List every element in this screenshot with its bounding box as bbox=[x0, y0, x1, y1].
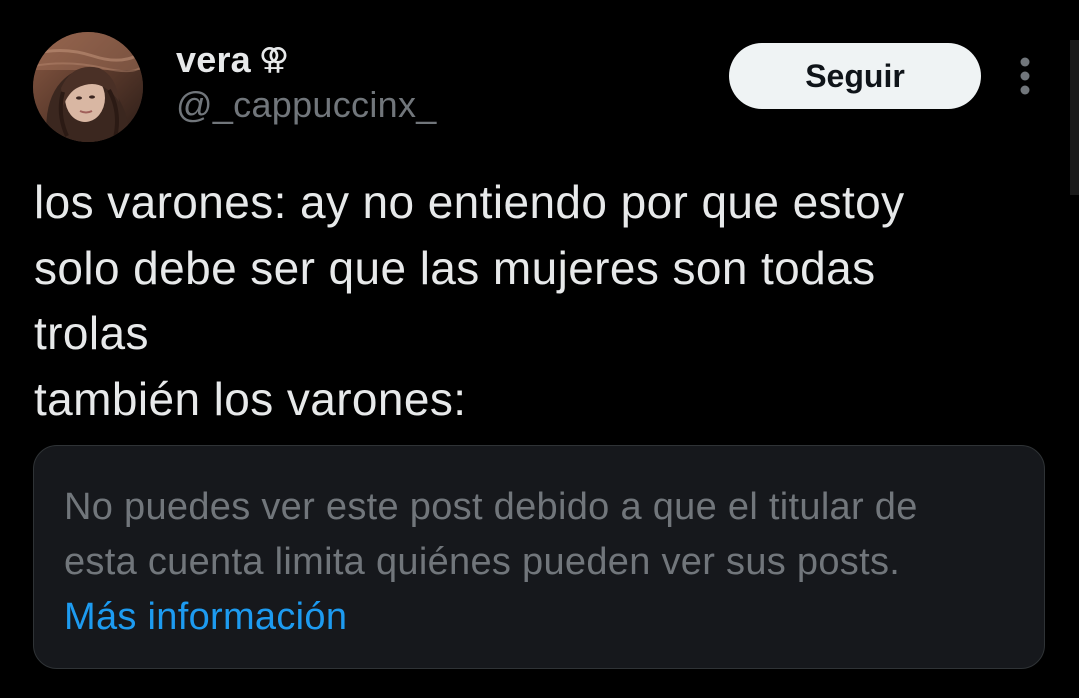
vertical-ellipsis-icon bbox=[1020, 57, 1030, 95]
follow-button[interactable]: Seguir bbox=[729, 43, 981, 109]
avatar[interactable] bbox=[33, 32, 143, 142]
profile-photo bbox=[33, 32, 143, 142]
unavailable-notice: No puedes ver este post debido a que el … bbox=[64, 480, 918, 645]
author-handle[interactable]: @_cappuccinx_ bbox=[176, 84, 437, 126]
lesbian-symbol-icon: ⚢ bbox=[258, 42, 290, 77]
post-text-line: también los varones: bbox=[34, 372, 467, 425]
post-text-line: trolas bbox=[34, 307, 149, 359]
post-text: los varones: ay no entiendo por que esto… bbox=[34, 170, 1044, 432]
more-info-link[interactable]: Más información bbox=[64, 596, 347, 638]
more-options-button[interactable] bbox=[1008, 55, 1042, 97]
author-name-row[interactable]: vera ⚢ bbox=[176, 38, 289, 82]
unavailable-quote-card: No puedes ver este post debido a que el … bbox=[33, 445, 1045, 669]
notice-line: No puedes ver este post debido a que el … bbox=[64, 486, 918, 528]
scrollbar[interactable] bbox=[1070, 40, 1079, 195]
author-display-name[interactable]: vera bbox=[176, 39, 251, 81]
notice-line: esta cuenta limita quiénes pueden ver su… bbox=[64, 541, 901, 583]
post-text-line: solo debe ser que las mujeres son todas bbox=[34, 241, 876, 294]
post-text-line: los varones: ay no entiendo por que esto… bbox=[34, 176, 905, 228]
